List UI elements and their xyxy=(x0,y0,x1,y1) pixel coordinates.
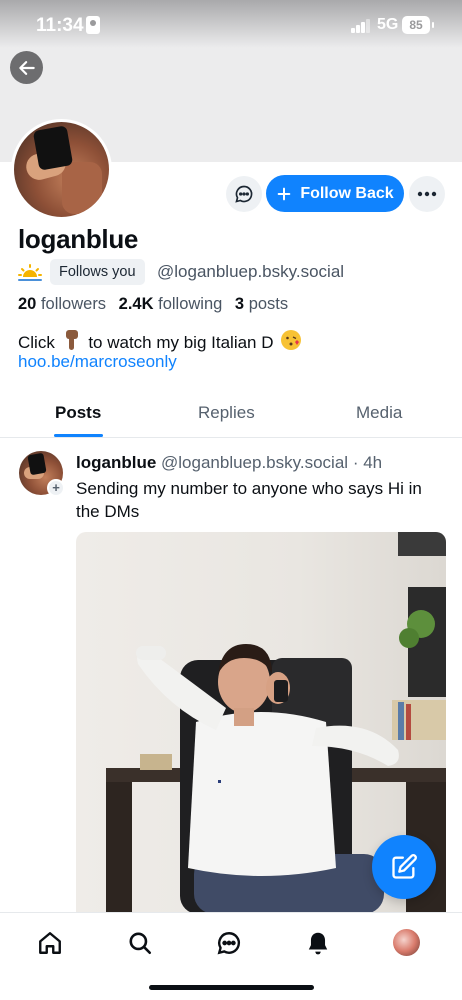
pointing-down-emoji-icon xyxy=(65,330,78,350)
network-label: 5G xyxy=(377,16,399,33)
bio-text-start: Click xyxy=(18,333,55,352)
profile-bio: Click to watch my big Italian D xyxy=(18,329,304,354)
nav-notifications[interactable] xyxy=(304,929,332,957)
nav-chat[interactable] xyxy=(215,929,243,957)
nav-profile-avatar[interactable] xyxy=(393,929,420,956)
status-time: 11:34 xyxy=(36,15,84,36)
ellipsis-icon xyxy=(417,191,437,197)
bio-text-end: to watch my big Italian D xyxy=(88,333,274,352)
status-bar: 11:34 5G 85 xyxy=(0,0,462,52)
back-button[interactable] xyxy=(10,51,43,84)
followers-count[interactable]: 20 xyxy=(18,295,36,313)
follow-back-label: Follow Back xyxy=(300,184,394,202)
home-icon xyxy=(39,932,61,954)
bio-link[interactable]: hoo.be/marcroseonly xyxy=(18,352,177,372)
tab-posts[interactable]: Posts xyxy=(55,403,101,423)
tab-media[interactable]: Media xyxy=(356,403,402,423)
bell-icon xyxy=(308,932,328,955)
home-indicator xyxy=(149,985,314,990)
posts-label: posts xyxy=(248,295,289,313)
profile-stats: 20 followers 2.4K following 3 posts xyxy=(18,295,288,314)
more-options-button[interactable] xyxy=(409,176,445,212)
profile-handle: @loganbluep.bsky.social xyxy=(157,262,345,281)
profile-tabs: Posts Replies Media xyxy=(0,391,462,438)
compose-button[interactable] xyxy=(372,835,436,899)
post-text: Sending my number to anyone who says Hi … xyxy=(76,479,422,521)
post-time: 4h xyxy=(363,453,383,472)
plus-icon xyxy=(277,187,291,200)
follow-back-button[interactable]: Follow Back xyxy=(266,175,404,212)
signal-icon xyxy=(351,19,371,33)
chat-bubble-icon xyxy=(235,185,253,203)
post-author[interactable]: loganblue xyxy=(76,453,156,472)
id-card-icon xyxy=(86,16,100,34)
active-tab-indicator xyxy=(54,434,103,437)
profile-avatar[interactable] xyxy=(11,119,112,220)
nav-search[interactable] xyxy=(126,929,154,957)
follows-you-badge: Follows you xyxy=(50,259,145,285)
sun-icon xyxy=(18,264,42,281)
pencil-square-icon xyxy=(392,854,417,879)
arrow-left-icon xyxy=(18,60,35,75)
message-button[interactable] xyxy=(226,176,262,212)
plus-icon[interactable]: + xyxy=(47,479,65,497)
display-name: loganblue xyxy=(18,224,139,254)
kissing-face-emoji-icon xyxy=(281,330,302,350)
nav-home[interactable] xyxy=(36,929,64,957)
following-label[interactable]: following xyxy=(158,295,222,313)
posts-count: 3 xyxy=(234,295,245,313)
post-handle[interactable]: @loganbluep.bsky.social xyxy=(161,453,348,472)
battery-icon: 85 xyxy=(402,16,434,34)
following-count[interactable]: 2.4K xyxy=(119,295,154,313)
followers-label[interactable]: followers xyxy=(41,295,106,313)
post-separator: · xyxy=(352,453,359,472)
search-icon xyxy=(129,932,152,955)
tab-replies[interactable]: Replies xyxy=(198,403,255,423)
post-header: loganblue @loganbluep.bsky.social · 4h xyxy=(76,453,382,473)
chat-icon xyxy=(217,932,241,955)
